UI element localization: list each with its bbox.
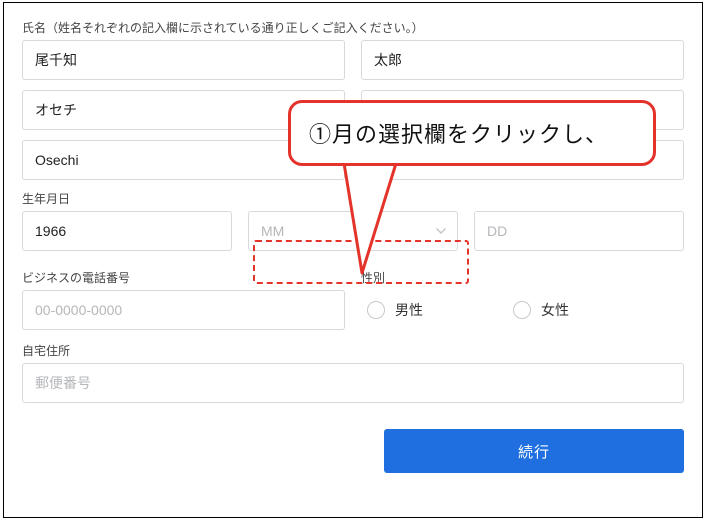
dob-day-placeholder: DD (487, 223, 507, 239)
radio-unchecked-icon (513, 301, 531, 319)
surname-roman-input[interactable]: Osechi (22, 140, 345, 180)
gender-female-label: 女性 (541, 300, 569, 320)
given-name-input[interactable]: 太郎 (361, 40, 684, 80)
gender-male-radio[interactable]: 男性 (367, 300, 423, 320)
phone-label: ビジネスの電話番号 (22, 269, 345, 286)
dob-year-input[interactable]: 1966 (22, 211, 232, 251)
surname-roman-value: Osechi (35, 152, 79, 168)
address-label: 自宅住所 (22, 342, 684, 359)
continue-button[interactable]: 続行 (384, 429, 684, 473)
gender-male-label: 男性 (395, 300, 423, 320)
gender-female-radio[interactable]: 女性 (513, 300, 569, 320)
dob-day-select[interactable]: DD (474, 211, 684, 251)
surname-kana-input[interactable]: オセチ (22, 90, 345, 130)
form-frame: 氏名（姓名それぞれの記入欄に示されている通り正しくご記入ください。） 尾千知 太… (3, 2, 703, 518)
dob-label: 生年月日 (22, 190, 684, 207)
dob-month-select[interactable]: MM (248, 211, 458, 251)
surname-kana-value: オセチ (35, 100, 77, 120)
name-label: 氏名（姓名それぞれの記入欄に示されている通り正しくご記入ください。） (22, 19, 684, 36)
given-kana-input[interactable] (361, 90, 684, 130)
given-roman-input[interactable]: ro (361, 140, 684, 180)
phone-placeholder: 00-0000-0000 (35, 302, 122, 318)
dob-year-value: 1966 (35, 223, 66, 239)
surname-input[interactable]: 尾千知 (22, 40, 345, 80)
radio-unchecked-icon (367, 301, 385, 319)
phone-input[interactable]: 00-0000-0000 (22, 290, 345, 330)
postal-code-input[interactable]: 郵便番号 (22, 363, 684, 403)
given-name-value: 太郎 (374, 50, 402, 70)
postal-placeholder: 郵便番号 (35, 373, 91, 393)
surname-value: 尾千知 (35, 50, 77, 70)
continue-label: 続行 (518, 441, 550, 462)
dob-month-placeholder: MM (261, 223, 284, 239)
given-roman-partial: ro (392, 152, 404, 168)
gender-label: 性別 (361, 269, 684, 286)
chevron-down-icon (435, 225, 447, 237)
